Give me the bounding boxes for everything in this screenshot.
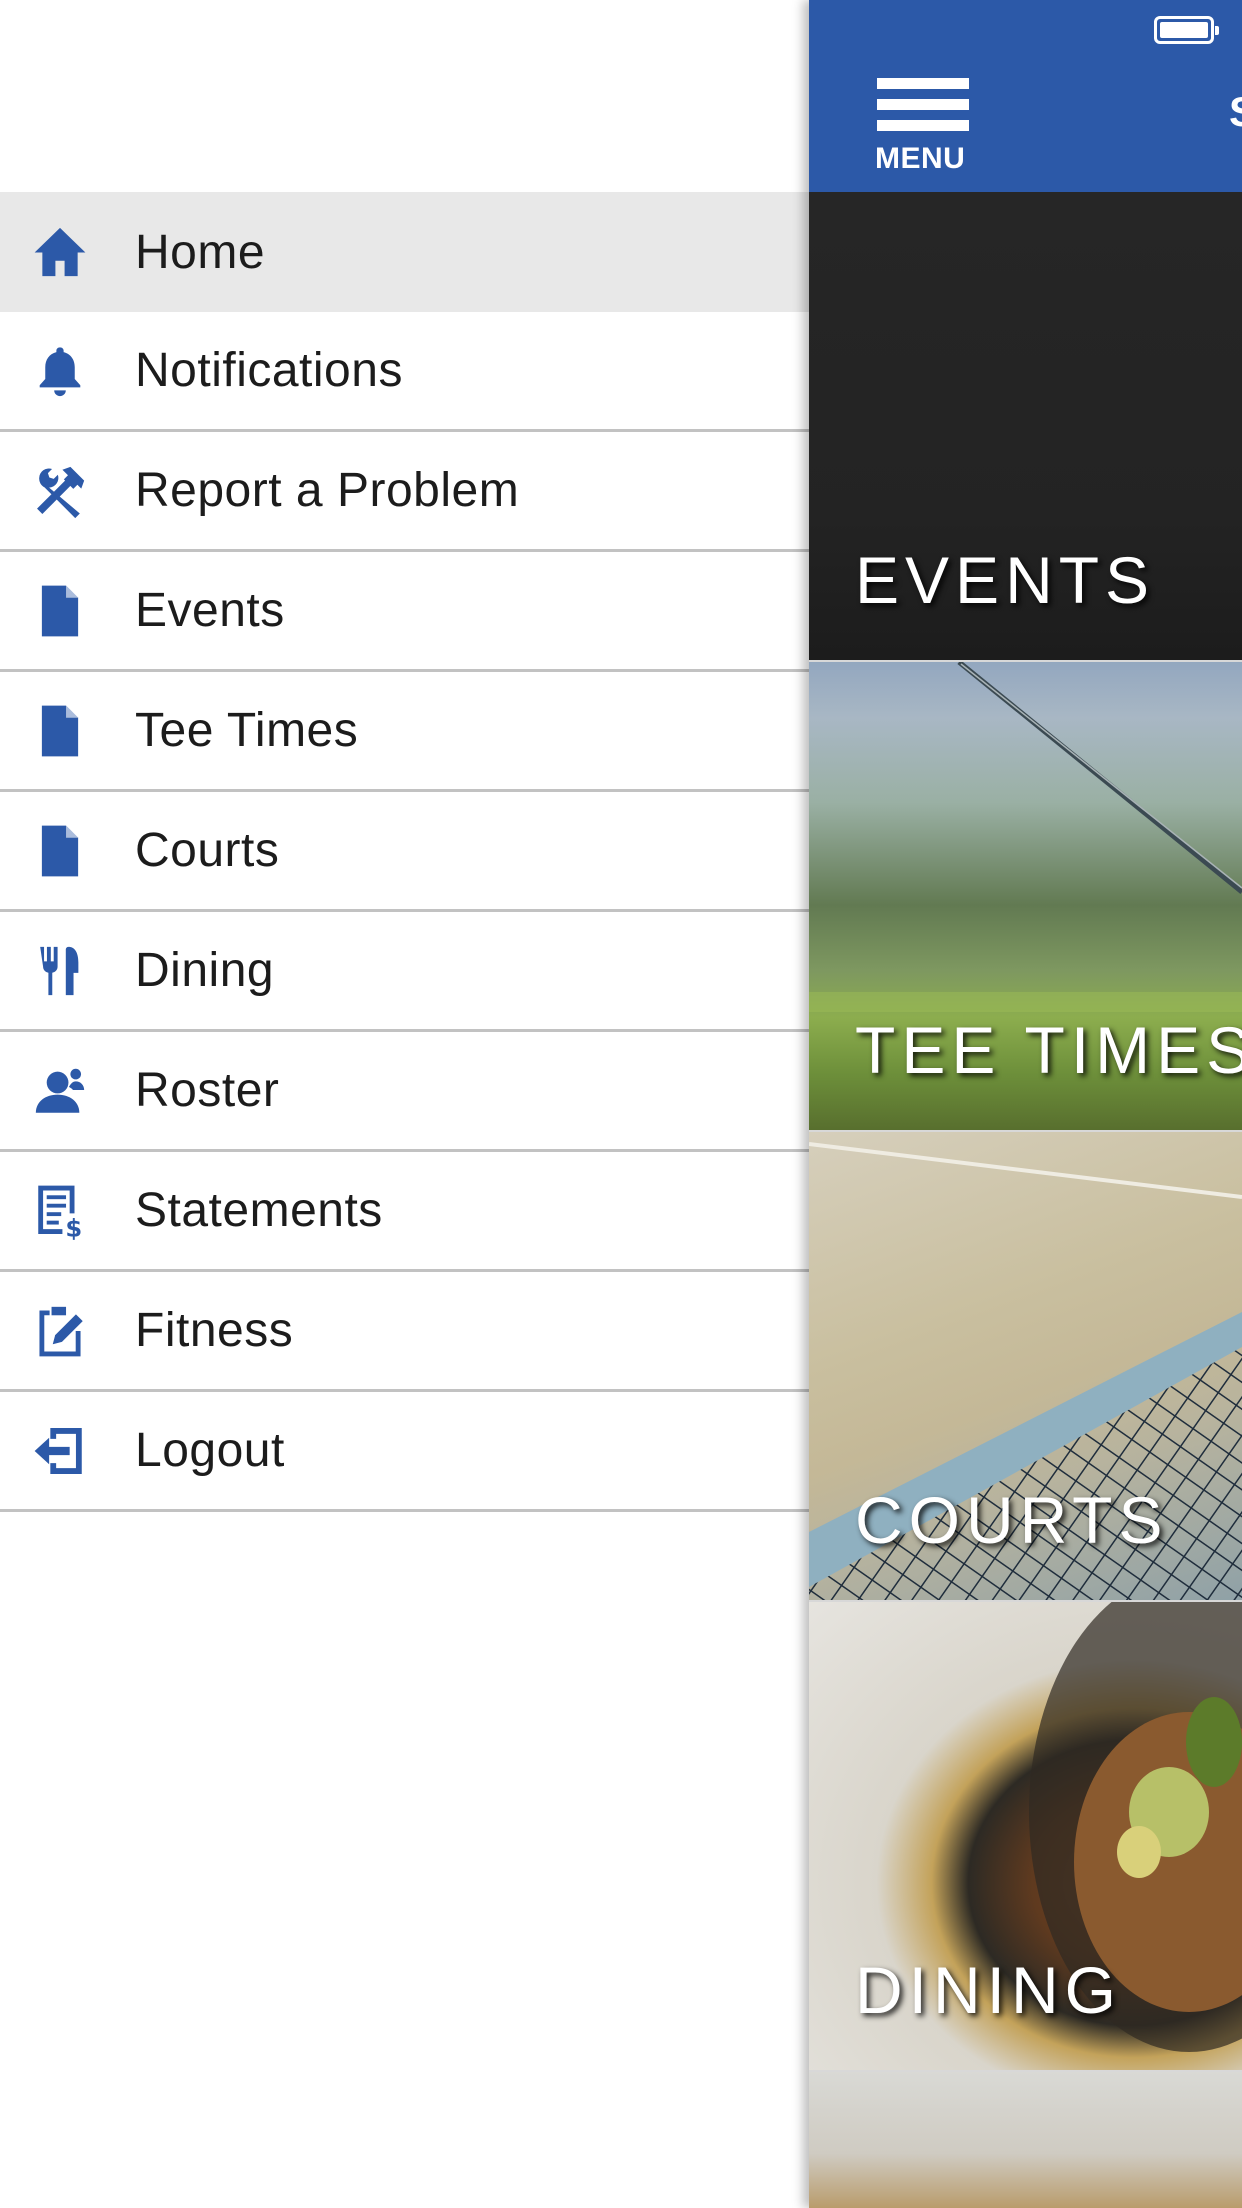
- menu-item-courts[interactable]: Courts: [0, 792, 809, 912]
- statement-icon: $: [30, 1181, 90, 1241]
- tile-title: TEE TIMES: [855, 1013, 1242, 1087]
- header-title-clipped: S: [1229, 88, 1242, 136]
- side-menu-list: Home Notifications Report a Problem Even…: [0, 192, 809, 1512]
- tile-tee-times[interactable]: TEE TIMES: [809, 662, 1242, 1132]
- tools-icon: [30, 461, 90, 521]
- menu-item-home[interactable]: Home: [0, 192, 809, 312]
- menu-button-label: MENU: [875, 142, 966, 175]
- menu-button[interactable]: MENU: [867, 78, 969, 178]
- app-header: MENU S: [809, 0, 1242, 192]
- home-icon: [30, 222, 90, 282]
- tile-title: COURTS: [855, 1483, 1169, 1557]
- menu-item-fitness[interactable]: Fitness: [0, 1272, 809, 1392]
- menu-item-label: Courts: [135, 824, 280, 877]
- menu-item-statements[interactable]: $ Statements: [0, 1152, 809, 1272]
- document-icon: [30, 581, 90, 641]
- tile-courts[interactable]: COURTS: [809, 1132, 1242, 1602]
- tile-events[interactable]: EVENTS: [809, 192, 1242, 662]
- svg-text:$: $: [65, 1214, 82, 1240]
- menu-item-logout[interactable]: Logout: [0, 1392, 809, 1512]
- bell-icon: [30, 341, 90, 401]
- document-icon: [30, 821, 90, 881]
- menu-item-dining[interactable]: Dining: [0, 912, 809, 1032]
- tile-title: EVENTS: [855, 543, 1156, 617]
- document-icon: [30, 701, 90, 761]
- menu-item-label: Logout: [135, 1424, 285, 1477]
- tile-dining[interactable]: DINING: [809, 1602, 1242, 2072]
- logout-icon: [30, 1421, 90, 1481]
- menu-item-label: Fitness: [135, 1304, 294, 1357]
- menu-item-roster[interactable]: Roster: [0, 1032, 809, 1152]
- hamburger-icon: [877, 78, 969, 141]
- menu-item-label: Home: [135, 225, 266, 279]
- menu-item-tee-times[interactable]: Tee Times: [0, 672, 809, 792]
- side-menu: Home Notifications Report a Problem Even…: [0, 0, 809, 2208]
- menu-item-label: Report a Problem: [135, 464, 520, 517]
- user-icon: [30, 1061, 90, 1121]
- battery-icon: [1154, 16, 1219, 44]
- menu-item-label: Tee Times: [135, 704, 359, 757]
- tile-title: DINING: [855, 1953, 1122, 2027]
- clipboard-edit-icon: [30, 1301, 90, 1361]
- battery-level: [1160, 22, 1208, 38]
- menu-item-label: Dining: [135, 944, 275, 997]
- menu-item-report-a-problem[interactable]: Report a Problem: [0, 432, 809, 552]
- menu-item-label: Roster: [135, 1064, 280, 1117]
- menu-item-label: Notifications: [135, 344, 403, 397]
- menu-item-events[interactable]: Events: [0, 552, 809, 672]
- menu-item-label: Events: [135, 584, 285, 637]
- fork-knife-icon: [30, 941, 90, 1001]
- menu-item-notifications[interactable]: Notifications: [0, 312, 809, 432]
- main-content-panel[interactable]: MENU S EVENTS TEE TIMES COURTS: [809, 0, 1242, 2208]
- menu-item-label: Statements: [135, 1184, 383, 1237]
- tile-next-partial[interactable]: [809, 2072, 1242, 2208]
